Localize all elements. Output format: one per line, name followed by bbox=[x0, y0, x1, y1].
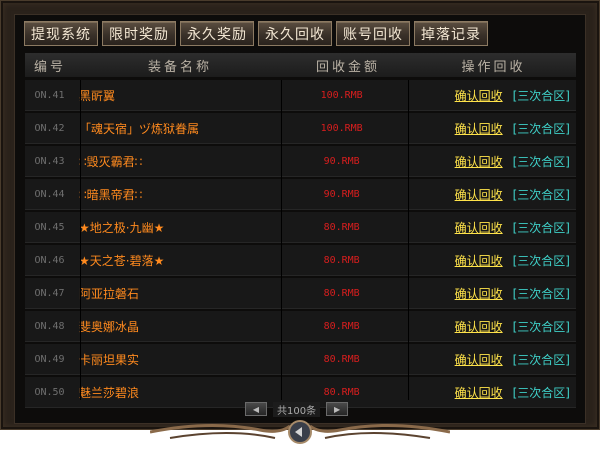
table-row: ON.42 「魂天宿」ヅ炼狱眷属 100.RMB 确认回收 [三次合区] bbox=[25, 113, 576, 144]
tab-drop-log[interactable]: 掉落记录 bbox=[414, 21, 488, 46]
table-row: ON.44 ∷暗黑帝君∷ 90.RMB 确认回收 [三次合区] bbox=[25, 179, 576, 210]
table-row: ON.49 卡丽坦果实 80.RMB 确认回收 [三次合区] bbox=[25, 344, 576, 375]
table-row: ON.48 斐奥娜冰晶 80.RMB 确认回收 [三次合区] bbox=[25, 311, 576, 342]
table-row: ON.46 ★天之苍·碧落★ 80.RMB 确认回收 [三次合区] bbox=[25, 245, 576, 276]
zone-link[interactable]: [三次合区] bbox=[513, 153, 570, 170]
row-amount: 80.RMB bbox=[323, 353, 360, 365]
row-no: ON.44 bbox=[34, 188, 65, 200]
bottom-ornament bbox=[150, 420, 450, 444]
row-actions: 确认回收 [三次合区] bbox=[403, 318, 576, 335]
row-actions: 确认回收 [三次合区] bbox=[403, 285, 576, 302]
zone-link[interactable]: [三次合区] bbox=[513, 384, 570, 401]
table-body: ON.41 黑㪽翼 100.RMB 确认回收 [三次合区] ON.42 「魂天宿… bbox=[25, 80, 576, 410]
zone-link[interactable]: [三次合区] bbox=[513, 219, 570, 236]
tab-withdraw[interactable]: 提现系统 bbox=[24, 21, 98, 46]
confirm-recycle-link[interactable]: 确认回收 bbox=[455, 87, 503, 104]
header-op: 操作回收 bbox=[461, 59, 526, 75]
row-actions: 确认回收 [三次合区] bbox=[403, 186, 576, 203]
confirm-recycle-link[interactable]: 确认回收 bbox=[455, 219, 503, 236]
row-item-name: ★天之苍·碧落★ bbox=[79, 253, 165, 268]
confirm-recycle-link[interactable]: 确认回收 bbox=[455, 186, 503, 203]
row-item-name: ∷毁灭霸君∷ bbox=[79, 154, 143, 169]
row-no: ON.50 bbox=[34, 386, 65, 398]
row-actions: 确认回收 [三次合区] bbox=[403, 351, 576, 368]
row-actions: 确认回收 [三次合区] bbox=[403, 384, 576, 401]
zone-link[interactable]: [三次合区] bbox=[513, 186, 570, 203]
table-row: ON.45 ★地之极·九幽★ 80.RMB 确认回收 [三次合区] bbox=[25, 212, 576, 243]
zone-link[interactable]: [三次合区] bbox=[513, 318, 570, 335]
confirm-recycle-link[interactable]: 确认回收 bbox=[455, 153, 503, 170]
row-no: ON.47 bbox=[34, 287, 65, 299]
row-amount: 90.RMB bbox=[323, 188, 360, 200]
row-amount: 80.RMB bbox=[323, 386, 360, 398]
zone-link[interactable]: [三次合区] bbox=[513, 351, 570, 368]
row-amount: 80.RMB bbox=[323, 221, 360, 233]
row-no: ON.49 bbox=[34, 353, 65, 365]
row-actions: 确认回收 [三次合区] bbox=[403, 252, 576, 269]
row-amount: 80.RMB bbox=[323, 320, 360, 332]
confirm-recycle-link[interactable]: 确认回收 bbox=[455, 318, 503, 335]
row-actions: 确认回收 [三次合区] bbox=[403, 87, 576, 104]
row-no: ON.43 bbox=[34, 155, 65, 167]
row-no: ON.45 bbox=[34, 221, 65, 233]
row-item-name: 阿亚拉磐石 bbox=[79, 286, 140, 301]
confirm-recycle-link[interactable]: 确认回收 bbox=[455, 285, 503, 302]
zone-link[interactable]: [三次合区] bbox=[513, 252, 570, 269]
row-amount: 80.RMB bbox=[323, 287, 360, 299]
tab-permanent-reward[interactable]: 永久奖励 bbox=[180, 21, 254, 46]
zone-link[interactable]: [三次合区] bbox=[513, 285, 570, 302]
row-actions: 确认回收 [三次合区] bbox=[403, 120, 576, 137]
confirm-recycle-link[interactable]: 确认回收 bbox=[455, 120, 503, 137]
column-divider bbox=[80, 80, 81, 400]
row-no: ON.42 bbox=[34, 122, 65, 134]
row-item-name: ∷暗黑帝君∷ bbox=[79, 187, 143, 202]
row-item-name: 「魂天宿」ヅ炼狱眷属 bbox=[79, 121, 200, 136]
row-item-name: 魅兰莎碧浪 bbox=[79, 385, 140, 400]
row-no: ON.46 bbox=[34, 254, 65, 266]
row-item-name: 卡丽坦果实 bbox=[79, 352, 140, 367]
row-item-name: 斐奥娜冰晶 bbox=[79, 319, 140, 334]
zone-link[interactable]: [三次合区] bbox=[513, 87, 570, 104]
header-name: 装备名称 bbox=[147, 59, 212, 75]
column-divider bbox=[281, 80, 282, 400]
table-row: ON.47 阿亚拉磐石 80.RMB 确认回收 [三次合区] bbox=[25, 278, 576, 309]
confirm-recycle-link[interactable]: 确认回收 bbox=[455, 252, 503, 269]
tab-bar: 提现系统 限时奖励 永久奖励 永久回收 账号回收 掉落记录 bbox=[24, 21, 492, 46]
row-amount: 90.RMB bbox=[323, 155, 360, 167]
row-no: ON.41 bbox=[34, 89, 65, 101]
header-amount: 回收金额 bbox=[315, 59, 380, 75]
row-amount: 80.RMB bbox=[323, 254, 360, 266]
row-item-name: 黑㪽翼 bbox=[79, 88, 116, 103]
confirm-recycle-link[interactable]: 确认回收 bbox=[455, 351, 503, 368]
row-actions: 确认回收 [三次合区] bbox=[403, 219, 576, 236]
row-amount: 100.RMB bbox=[320, 89, 363, 101]
column-divider bbox=[408, 80, 409, 400]
row-amount: 100.RMB bbox=[320, 122, 363, 134]
table-row: ON.41 黑㪽翼 100.RMB 确认回收 [三次合区] bbox=[25, 80, 576, 111]
header-no: 编号 bbox=[33, 59, 66, 75]
row-actions: 确认回收 [三次合区] bbox=[403, 153, 576, 170]
tab-permanent-recycle[interactable]: 永久回收 bbox=[258, 21, 332, 46]
zone-link[interactable]: [三次合区] bbox=[513, 120, 570, 137]
row-item-name: ★地之极·九幽★ bbox=[79, 220, 165, 235]
row-no: ON.48 bbox=[34, 320, 65, 332]
tab-limited-reward[interactable]: 限时奖励 bbox=[102, 21, 176, 46]
confirm-recycle-link[interactable]: 确认回收 bbox=[455, 384, 503, 401]
table-row: ON.43 ∷毁灭霸君∷ 90.RMB 确认回收 [三次合区] bbox=[25, 146, 576, 177]
tab-account-recycle[interactable]: 账号回收 bbox=[336, 21, 410, 46]
table-header: 编号 装备名称 回收金额 操作回收 bbox=[25, 53, 576, 77]
